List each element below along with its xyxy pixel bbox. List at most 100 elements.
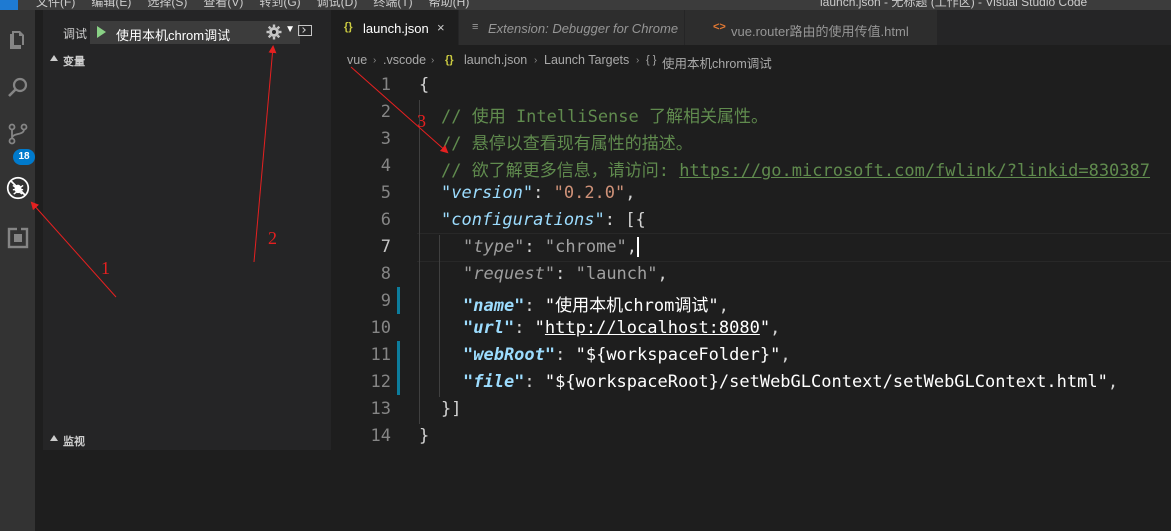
tab-launch-json[interactable]: {} launch.json × (331, 10, 459, 45)
json-value: "${workspaceFolder}" (575, 345, 781, 365)
menu-goto[interactable]: 转到(G) (259, 0, 300, 9)
code-line: } (419, 426, 430, 446)
json-file-icon: {} (344, 21, 353, 33)
json-value: "使用本机chrom调试" (544, 296, 719, 316)
line-number: 9 (380, 291, 391, 311)
sidebar-gutter (35, 10, 43, 531)
modified-line-marker (397, 341, 400, 395)
code-comment: // 欲了解更多信息，请访问: https://go.microsoft.com… (441, 156, 1150, 181)
json-key: "file" (463, 372, 525, 392)
breadcrumb-vscode[interactable]: .vscode (383, 53, 426, 67)
menu-help[interactable]: 帮助(H) (429, 0, 470, 9)
variables-label: 变量 (63, 56, 85, 68)
close-icon[interactable]: × (437, 20, 445, 35)
line-number: 7 (380, 237, 391, 257)
breadcrumb-launch-targets[interactable]: Launch Targets (544, 53, 629, 67)
debug-icon[interactable] (6, 176, 30, 200)
code-line: "request": "launch", (463, 264, 668, 284)
tab-vue-router-html[interactable]: <> vue.router路由的使用传值.html (685, 10, 938, 45)
debug-console-icon[interactable] (298, 25, 312, 36)
search-icon[interactable] (6, 76, 30, 100)
watch-label: 监视 (63, 436, 85, 448)
json-value: "${workspaceRoot}/setWebGLContext/setWeb… (544, 372, 1108, 392)
watch-panel (43, 450, 331, 531)
breadcrumb-file[interactable]: launch.json (464, 53, 527, 67)
chevron-right-icon: › (431, 55, 435, 66)
code-comment: // 悬停以查看现有属性的描述。 (441, 134, 693, 154)
line-number: 13 (370, 399, 391, 419)
explorer-icon[interactable] (6, 28, 30, 52)
line-number: 6 (380, 210, 391, 230)
code-line: "version": "0.2.0", (441, 183, 636, 203)
extensions-icon[interactable] (6, 226, 30, 250)
variables-panel (43, 70, 331, 430)
gear-icon[interactable] (266, 24, 282, 40)
tab-label: vue.router路由的使用传值.html (731, 24, 909, 39)
window-title: launch.json - 无标题 (工作区) - Visual Studio … (820, 0, 1088, 9)
json-value-quote: " (534, 318, 545, 338)
code-line: "file": "${workspaceRoot}/setWebGLContex… (463, 372, 1119, 392)
code-line: "name": "使用本机chrom调试", (463, 296, 729, 316)
json-value-quote: " (759, 318, 771, 338)
debug-toolbar: 调试 使用本机chrom调试 ▼ (43, 10, 331, 52)
menu-terminal[interactable]: 终端(T) (373, 0, 412, 9)
code-line: "type": "chrome", (463, 237, 640, 257)
chevron-up-icon (50, 55, 58, 61)
indent-guide (439, 235, 440, 397)
code-line: }] (441, 399, 462, 419)
watch-section-header[interactable]: 监视 (43, 430, 331, 450)
json-key: "type" (463, 237, 525, 257)
menu-items: 文件(F) 编辑(E) 选择(S) 查看(V) 转到(G) 调试(D) 终端(T) 帮助(H) (36, 0, 485, 10)
menu-select[interactable]: 选择(S) (147, 0, 187, 9)
docs-link[interactable]: https://go.microsoft.com/fwlink/?linkid=… (679, 161, 1150, 181)
chevron-up-icon (50, 435, 58, 441)
json-value: "chrome" (544, 237, 627, 257)
json-key: "version" (441, 183, 534, 203)
line-number: 8 (380, 264, 391, 284)
vscode-logo-icon (0, 0, 18, 10)
line-number: 3 (380, 129, 391, 149)
json-key: "configurations" (441, 210, 605, 230)
breadcrumb-config[interactable]: 使用本机chrom调试 (662, 53, 772, 72)
chevron-right-icon: › (534, 55, 538, 66)
tab-extension-debugger[interactable]: ≡ Extension: Debugger for Chrome (459, 10, 685, 45)
source-control-icon[interactable] (6, 122, 30, 146)
url-link[interactable]: http://localhost:8080 (545, 318, 760, 338)
chevron-down-icon: ▼ (285, 24, 295, 35)
object-icon: { } (646, 54, 657, 66)
tab-label: launch.json (363, 21, 429, 36)
annotation-3: 3 (417, 111, 426, 131)
json-key: "url" (463, 318, 515, 338)
line-number: 5 (380, 183, 391, 203)
breadcrumb-vue[interactable]: vue (347, 53, 367, 67)
annotation-2: 2 (268, 228, 277, 248)
text-cursor (637, 237, 640, 257)
line-number: 11 (370, 345, 391, 365)
editor-tab-bar: {} launch.json × ≡ Extension: Debugger f… (331, 10, 1171, 45)
code-line: { (419, 75, 430, 95)
variables-section-header[interactable]: 变量 (43, 50, 331, 70)
line-number: 10 (370, 318, 391, 338)
comment-text: // 欲了解更多信息，请访问: (441, 161, 680, 181)
source-control-badge: 18 (13, 149, 35, 165)
annotation-1: 1 (101, 258, 110, 278)
menu-view[interactable]: 查看(V) (203, 0, 243, 9)
preview-icon: ≡ (472, 21, 479, 33)
code-comment: // 使用 IntelliSense 了解相关属性。 (441, 107, 768, 127)
menu-edit[interactable]: 编辑(E) (91, 0, 131, 9)
chevron-right-icon: › (373, 55, 377, 66)
menu-bar: 文件(F) 编辑(E) 选择(S) 查看(V) 转到(G) 调试(D) 终端(T) 帮助(H)… (0, 0, 1171, 10)
menu-file[interactable]: 文件(F) (36, 0, 75, 9)
modified-line-marker (397, 287, 400, 314)
menu-debug[interactable]: 调试(D) (317, 0, 358, 9)
json-key: "request" (463, 264, 556, 284)
html-file-icon: <> (713, 21, 726, 33)
code-line: "webRoot": "${workspaceFolder}", (463, 345, 791, 365)
json-key: "webRoot" (463, 345, 556, 365)
launch-config-value: 使用本机chrom调试 (116, 28, 231, 43)
code-editor[interactable]: 1 2 3 4 5 6 7 8 9 10 11 12 13 14 { // 使用… (331, 73, 1171, 531)
breadcrumb: vue › .vscode › {} launch.json › Launch … (331, 45, 1171, 73)
json-value: "0.2.0" (553, 183, 626, 203)
line-number: 12 (370, 372, 391, 392)
start-debugging-icon[interactable] (97, 26, 106, 38)
